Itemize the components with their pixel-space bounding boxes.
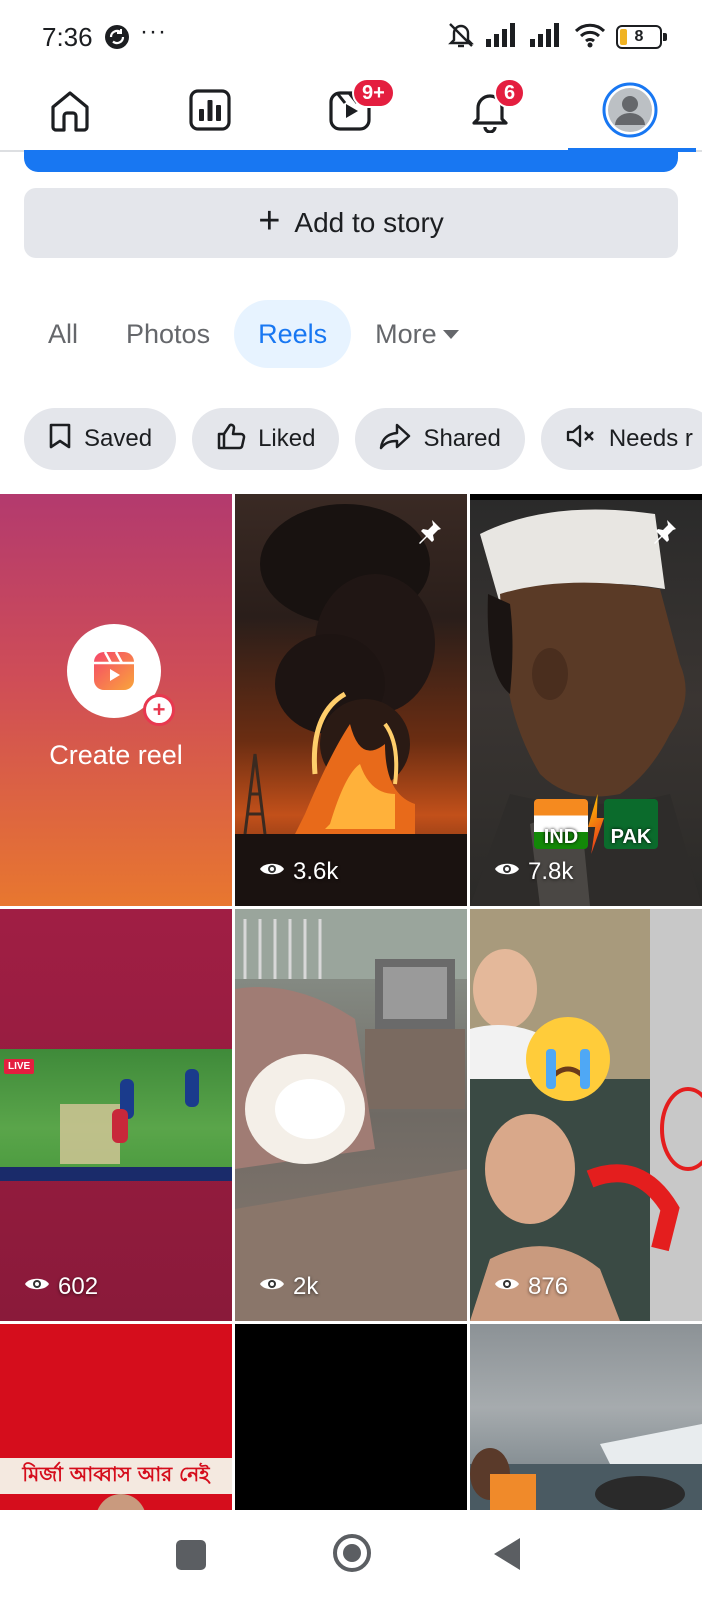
mute-icon xyxy=(446,20,476,55)
add-to-story-button[interactable]: + Add to story xyxy=(24,188,678,258)
back-button[interactable] xyxy=(494,1538,520,1570)
home-button[interactable] xyxy=(333,1534,371,1572)
reels-grid: + Create reel 3.6k IND PAK 7.8k LIVE 602… xyxy=(0,494,702,1510)
chip-needs-review[interactable]: Needs r xyxy=(540,408,702,470)
reel-thumbnail[interactable]: 3.6k xyxy=(235,494,467,906)
caption-text: মির্জা আব্বাস আর নেই xyxy=(22,1461,210,1486)
recent-apps-button[interactable] xyxy=(176,1540,206,1570)
ind-pak-overlay: IND PAK xyxy=(534,794,658,854)
room-sparks-image xyxy=(235,909,467,1321)
reels-badge: 9+ xyxy=(352,78,395,108)
eye-icon xyxy=(24,1273,50,1301)
battery-level: 8 xyxy=(634,28,644,45)
eye-icon xyxy=(494,1273,520,1301)
battery-icon: 8 xyxy=(616,25,667,49)
reel-thumbnail[interactable]: 2k xyxy=(235,909,467,1321)
dashboard-icon xyxy=(187,87,233,138)
notifications-badge: 6 xyxy=(494,78,526,108)
chip-label: Needs r xyxy=(608,425,693,452)
view-count: 602 xyxy=(24,1273,98,1301)
view-count: 7.8k xyxy=(494,858,573,886)
view-count-text: 7.8k xyxy=(528,858,574,885)
live-badge: LIVE xyxy=(4,1059,35,1074)
chip-label: Saved xyxy=(84,425,153,452)
news-caption: মির্জা আব্বাস আর নেই xyxy=(0,1458,232,1494)
edit-profile-button[interactable] xyxy=(24,150,678,172)
tab-label: All xyxy=(48,318,79,349)
top-navigation: 9+ 6 xyxy=(0,74,702,152)
status-time: 7:36 xyxy=(42,22,93,52)
tab-photos[interactable]: Photos xyxy=(102,300,234,368)
signal-icon xyxy=(530,22,564,52)
nav-profile[interactable] xyxy=(600,82,660,142)
tab-reels[interactable]: Reels xyxy=(234,300,352,368)
view-count: 2k xyxy=(259,1273,318,1301)
home-button-dot xyxy=(343,1544,361,1562)
tab-more[interactable]: More xyxy=(351,300,483,368)
thumbs-up-icon xyxy=(216,422,246,457)
view-count-text: 2k xyxy=(293,1273,319,1300)
wifi-icon xyxy=(574,22,606,53)
create-reel-icon: + xyxy=(67,624,175,726)
chip-shared[interactable]: Shared xyxy=(355,408,525,470)
eye-icon xyxy=(494,858,520,886)
cricket-match-image: LIVE xyxy=(0,1049,232,1181)
reel-thumbnail[interactable]: মির্জা আব্বাস আর নেই xyxy=(0,1324,232,1510)
view-count: 876 xyxy=(494,1273,568,1301)
filter-chips: Saved Liked Shared Needs r xyxy=(24,408,702,470)
nav-dashboard[interactable] xyxy=(180,82,240,142)
more-notifications-icon: ··· xyxy=(140,18,167,45)
pin-icon xyxy=(650,518,678,551)
reel-thumbnail[interactable]: LIVE 602 xyxy=(0,909,232,1321)
tab-label: Reels xyxy=(258,318,328,349)
status-bar: 7:36 ··· 8 xyxy=(0,0,702,74)
add-icon: + xyxy=(143,694,175,726)
plane-water-image xyxy=(470,1424,702,1510)
tab-all[interactable]: All xyxy=(24,300,102,368)
plus-icon: + xyxy=(258,200,281,242)
chip-liked[interactable]: Liked xyxy=(192,408,340,470)
fire-explosion-image xyxy=(235,504,467,906)
reel-thumbnail[interactable]: 876 xyxy=(470,909,702,1321)
create-reel-tile[interactable]: + Create reel xyxy=(0,494,232,906)
eye-icon xyxy=(259,858,285,886)
view-count: 3.6k xyxy=(259,858,338,886)
home-icon xyxy=(47,87,93,138)
profile-avatar-icon xyxy=(602,82,658,143)
tab-label: More xyxy=(375,318,437,349)
caret-down-icon xyxy=(442,329,459,339)
add-to-story-label: Add to story xyxy=(294,207,444,238)
bookmark-icon xyxy=(48,422,72,457)
view-count-text: 876 xyxy=(528,1273,569,1300)
nav-reels[interactable]: 9+ xyxy=(320,78,395,142)
create-reel-label: Create reel xyxy=(49,740,183,770)
tab-label: Photos xyxy=(126,318,211,349)
view-count-text: 602 xyxy=(58,1273,99,1300)
chip-saved[interactable]: Saved xyxy=(24,408,177,470)
eye-icon xyxy=(259,1273,285,1301)
overlay-label: PAK xyxy=(610,826,652,848)
reel-thumbnail[interactable] xyxy=(235,1324,467,1510)
reel-thumbnail[interactable]: IND PAK 7.8k xyxy=(470,494,702,906)
overlay-label: IND xyxy=(543,826,579,848)
hospital-collage-image xyxy=(470,909,702,1321)
signal-icon xyxy=(486,22,520,52)
nav-home[interactable] xyxy=(40,82,100,142)
person-image xyxy=(96,1494,146,1510)
muted-speaker-icon xyxy=(565,422,597,457)
view-count-text: 3.6k xyxy=(293,858,339,885)
share-icon xyxy=(379,422,411,457)
nav-notifications[interactable]: 6 xyxy=(460,78,526,142)
pin-icon xyxy=(415,518,443,551)
chip-label: Liked xyxy=(258,425,316,452)
sync-icon xyxy=(104,24,130,50)
reel-thumbnail[interactable] xyxy=(470,1324,702,1510)
content-tabs: All Photos Reels More xyxy=(24,300,483,368)
system-navigation-bar xyxy=(0,1510,702,1600)
chip-label: Shared xyxy=(423,425,501,452)
